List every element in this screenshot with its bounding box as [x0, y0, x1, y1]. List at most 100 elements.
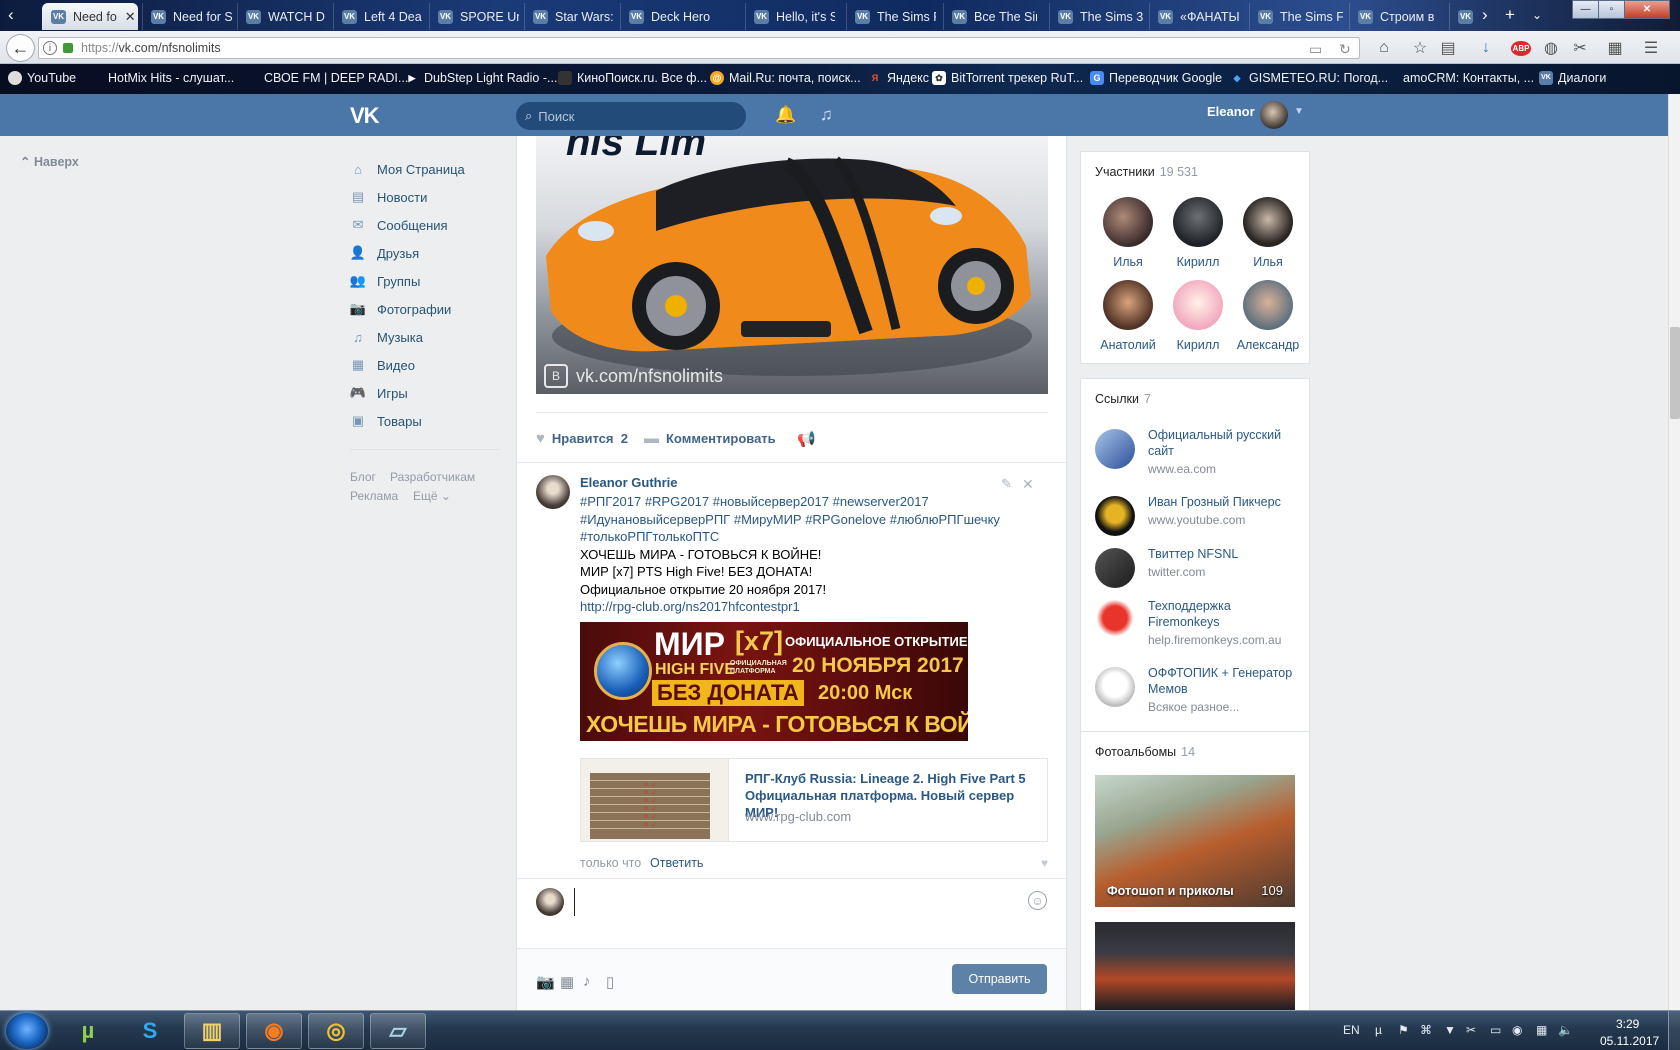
- chrome-icon[interactable]: ◎: [308, 1013, 364, 1049]
- search-box[interactable]: ⌕: [516, 102, 746, 130]
- screenshot-icon[interactable]: ▦: [1604, 38, 1626, 58]
- like-button[interactable]: ♥ Нравится 2: [536, 430, 628, 447]
- album-item[interactable]: [1095, 922, 1295, 1010]
- scrollbar-thumb[interactable]: [1670, 327, 1680, 419]
- address-bar[interactable]: i https://vk.com/nfsnolimits ▭ ↻: [38, 37, 1360, 59]
- attach-video-icon[interactable]: ▦: [560, 973, 574, 991]
- menu-item-games[interactable]: 🎮 Игры: [350, 379, 500, 407]
- tray-network-icon[interactable]: ▦: [1536, 1023, 1547, 1037]
- tab-list-icon[interactable]: ⌄: [1532, 8, 1542, 22]
- menu-icon[interactable]: ☰: [1640, 38, 1662, 58]
- tray-volume-icon[interactable]: 🔈: [1558, 1023, 1573, 1037]
- clock-time[interactable]: 3:29: [1616, 1017, 1639, 1031]
- tab[interactable]: VK Star Wars:: [524, 3, 614, 30]
- comment-button[interactable]: ▬ Комментировать: [644, 430, 776, 447]
- tray-flag-icon[interactable]: ⚑: [1398, 1023, 1409, 1037]
- comment-hashtags[interactable]: #РПГ2017 #RPG2017 #новыйсервер2017 #news…: [580, 493, 1010, 546]
- tray-utorrent-icon[interactable]: µ: [1375, 1023, 1382, 1037]
- header-avatar[interactable]: [1260, 101, 1288, 129]
- menu-item-video[interactable]: ▦ Видео: [350, 351, 500, 379]
- bookmark-item[interactable]: ◆ GISMETEO.RU: Погод...: [1230, 71, 1389, 85]
- music-player-icon[interactable]: ♫: [820, 105, 833, 125]
- link-title[interactable]: Техподдержка Firemonkeys: [1148, 598, 1298, 630]
- notifications-bell-icon[interactable]: 🔔: [775, 105, 796, 125]
- comment-like-heart-icon[interactable]: ♥: [1041, 856, 1048, 870]
- member-item[interactable]: Кирилл: [1163, 197, 1233, 269]
- skype-icon[interactable]: S: [122, 1013, 178, 1049]
- adblock-icon[interactable]: ABP: [1510, 40, 1532, 56]
- vk-logo[interactable]: VK: [350, 103, 380, 129]
- tab[interactable]: VK The Sims F: [1249, 3, 1343, 30]
- tab[interactable]: VK Строим в: [1349, 3, 1443, 30]
- extension-icon[interactable]: ◍: [1540, 38, 1562, 58]
- attach-document-icon[interactable]: ▯: [606, 973, 614, 991]
- tools-icon[interactable]: ✂: [1569, 38, 1591, 58]
- menu-item-groups[interactable]: 👥 Группы: [350, 267, 500, 295]
- download-icon[interactable]: ↓: [1475, 38, 1497, 58]
- link-title[interactable]: Иван Грозный Пикчерс: [1148, 494, 1298, 510]
- link-title[interactable]: Официальный русский сайт: [1148, 427, 1298, 459]
- member-item[interactable]: Александр: [1233, 280, 1303, 352]
- close-tab-icon[interactable]: ✕: [125, 9, 136, 25]
- tab-scroll-right-icon[interactable]: ›: [1482, 5, 1488, 25]
- bookmark-item[interactable]: VK Диалоги: [1539, 71, 1606, 85]
- home-icon[interactable]: ⌂: [1373, 38, 1395, 58]
- link-title[interactable]: Твиттер NFSNL: [1148, 546, 1298, 562]
- bookmark-item[interactable]: ✿ BitTorrent трекер RuT...: [932, 71, 1083, 85]
- footer-link-blog[interactable]: Блог: [350, 470, 376, 484]
- tab[interactable]: VK: [1449, 3, 1477, 30]
- bookmark-item[interactable]: @ Mail.Ru: почта, поиск...: [710, 71, 861, 85]
- albums-title[interactable]: Фотоальбомы 14: [1095, 745, 1195, 759]
- header-user-name[interactable]: Eleanor: [1207, 104, 1255, 119]
- links-title[interactable]: Ссылки 7: [1095, 392, 1151, 406]
- close-icon[interactable]: ✕: [1022, 476, 1034, 493]
- bookmark-item[interactable]: YouTube: [8, 71, 76, 85]
- start-button[interactable]: [6, 1013, 48, 1049]
- attach-photo-icon[interactable]: 📷: [536, 973, 555, 991]
- tab-scroll-left-icon[interactable]: ‹: [8, 5, 14, 25]
- menu-item-my-page[interactable]: ⌂ Моя Страница: [350, 155, 500, 183]
- tab[interactable]: VK «ФАНАТЫ: [1149, 3, 1243, 30]
- new-tab-icon[interactable]: +: [1505, 5, 1515, 25]
- comment-author-name[interactable]: Eleanor Guthrie: [580, 475, 678, 490]
- tab-active[interactable]: VK Need fo ✕: [42, 3, 138, 30]
- language-indicator[interactable]: EN: [1343, 1023, 1360, 1037]
- emoji-smile-icon[interactable]: ☺: [1028, 891, 1047, 910]
- tab[interactable]: VK Все The Sir: [943, 3, 1037, 30]
- comment-banner-image[interactable]: МИР [x7] HIGH FIVE ОФИЦИАЛЬНАЯ ПЛАТФОРМА…: [580, 622, 968, 741]
- member-item[interactable]: Анатолий: [1093, 280, 1163, 352]
- page-scrollbar[interactable]: [1668, 94, 1680, 1010]
- menu-item-goods[interactable]: ▣ Товары: [350, 407, 500, 435]
- clock-date[interactable]: 05.11.2017: [1600, 1034, 1659, 1048]
- tab[interactable]: VK Hello, it's S: [745, 3, 835, 30]
- tab[interactable]: VK The Sims 3: [1049, 3, 1143, 30]
- show-desktop-button[interactable]: [1668, 1011, 1680, 1050]
- close-window-icon[interactable]: ✕: [1624, 0, 1670, 19]
- minimize-icon[interactable]: —: [1572, 0, 1599, 19]
- tray-tools-icon[interactable]: ✂: [1466, 1023, 1476, 1037]
- menu-item-photos[interactable]: 📷 Фотографии: [350, 295, 500, 323]
- reload-icon[interactable]: ↻: [1339, 41, 1351, 58]
- menu-item-messages[interactable]: ✉ Сообщения: [350, 211, 500, 239]
- scroll-to-top-link[interactable]: ⌃ Наверх: [20, 154, 79, 169]
- tray-share-icon[interactable]: ⌘: [1420, 1023, 1432, 1037]
- bookmark-star-icon[interactable]: ☆: [1409, 38, 1431, 58]
- tray-display-icon[interactable]: ▭: [1490, 1023, 1501, 1037]
- post-image[interactable]: nis Lim Вvk.com/nfsnolimits: [536, 136, 1048, 394]
- notepad-icon[interactable]: ▱: [370, 1013, 426, 1049]
- bookmark-item[interactable]: G Переводчик Google: [1090, 71, 1222, 85]
- comment-link[interactable]: http://rpg-club.org/ns2017hfcontestpr1: [580, 598, 1010, 616]
- members-title[interactable]: Участники 19 531: [1095, 165, 1198, 179]
- comment-input[interactable]: [574, 888, 1024, 916]
- attach-music-icon[interactable]: ♪: [583, 973, 591, 990]
- firefox-icon[interactable]: ◉: [246, 1013, 302, 1049]
- reply-link[interactable]: Ответить: [650, 856, 703, 870]
- footer-link-developers[interactable]: Разработчикам: [390, 470, 475, 484]
- menu-item-news[interactable]: ▤ Новости: [350, 183, 500, 211]
- send-button[interactable]: Отправить: [952, 964, 1047, 994]
- member-item[interactable]: Кирилл: [1163, 280, 1233, 352]
- menu-item-music[interactable]: ♫ Музыка: [350, 323, 500, 351]
- menu-item-friends[interactable]: 👤 Друзья: [350, 239, 500, 267]
- explorer-icon[interactable]: ▥: [184, 1013, 240, 1049]
- member-item[interactable]: Илья: [1233, 197, 1303, 269]
